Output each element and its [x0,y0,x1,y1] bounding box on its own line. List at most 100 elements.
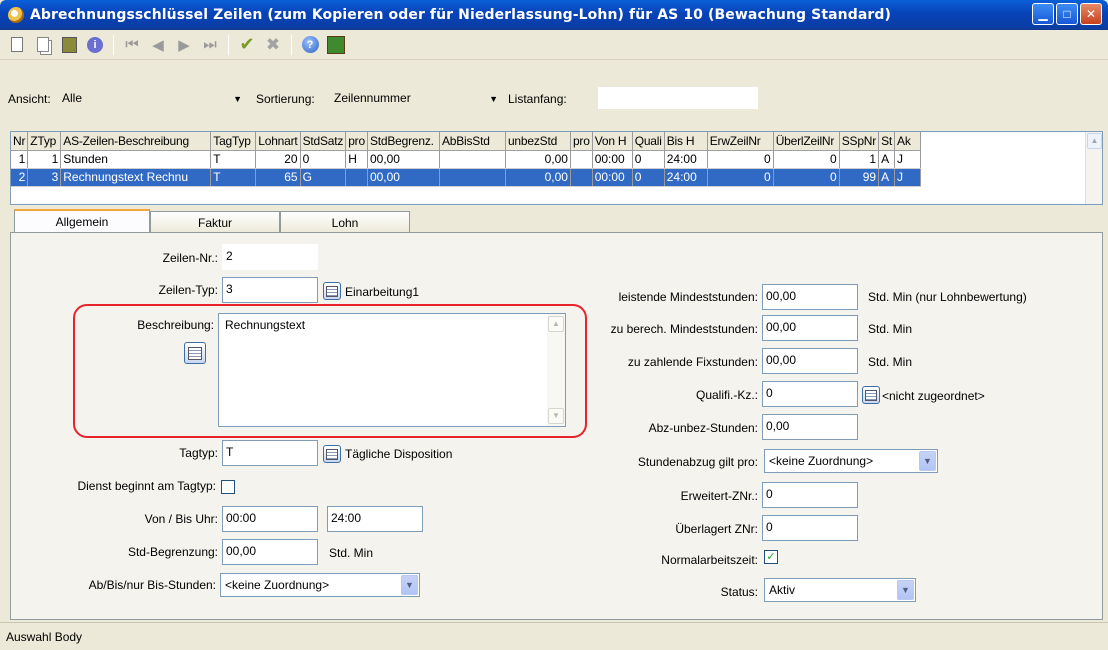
col-header[interactable]: ÜberlZeilNr [773,132,840,151]
col-header[interactable]: unbezStd [505,132,571,151]
erweitert-field[interactable]: 0 [762,482,858,508]
von-bis-label: Von / Bis Uhr: [144,512,218,526]
table-cell: 0,00 [505,168,571,187]
tab-allgemein[interactable]: Allgemein [14,209,150,233]
table-cell: 20 [255,150,301,169]
beschreibung-textarea[interactable]: Rechnungstext ▲ ▼ [218,313,566,427]
table-cell [345,168,368,187]
berech-field[interactable]: 00,00 [762,315,858,341]
lookup-icon[interactable] [862,386,880,404]
col-header[interactable]: AS-Zeilen-Beschreibung [60,132,212,151]
von-field[interactable]: 00:00 [222,506,318,532]
col-header[interactable]: ErwZeilNr [707,132,774,151]
save-check-icon[interactable]: ✔ [236,34,258,56]
table-cell: 1 [27,150,62,169]
next-record-icon[interactable]: ▶ [173,34,195,56]
table-cell: 0,00 [505,150,571,169]
col-header[interactable]: St [878,132,896,151]
table-row[interactable]: 1 1 Stunden T 20 0 H 00,00 0,00 00:00 0 … [11,150,922,169]
tab-faktur[interactable]: Faktur [150,211,280,233]
col-header[interactable]: Quali [632,132,665,151]
table-cell [439,168,506,187]
tagtyp-label: Tagtyp: [179,446,218,460]
normal-label: Normalarbeitszeit: [661,553,758,567]
berech-unit: Std. Min [868,322,913,336]
status-select[interactable]: Aktiv ▼ [764,578,916,602]
minimize-button[interactable]: ▁ [1032,3,1054,25]
scroll-up-icon[interactable]: ▲ [1087,133,1102,149]
toolbar-separator [291,34,292,55]
table-cell [570,168,593,187]
lookup-icon[interactable] [184,342,206,364]
cancel-x-icon[interactable]: ✖ [262,34,284,56]
list-start-label: Listanfang: [508,92,567,106]
copy-icon[interactable] [32,34,54,56]
ueberlagert-field[interactable]: 0 [762,515,858,541]
col-header[interactable]: AbBisStd [439,132,506,151]
lines-grid[interactable]: Nr ZTyp AS-Zeilen-Beschreibung TagTyp Lo… [10,131,1103,205]
lookup-icon[interactable] [323,445,341,463]
col-header[interactable]: Nr [11,132,29,151]
col-header[interactable]: Von H [592,132,633,151]
status-bar: Auswahl Body [0,622,1108,650]
first-record-icon[interactable]: ⏮ [121,34,143,56]
col-header[interactable]: pro [345,132,368,151]
view-select[interactable]: Alle ▼ [58,88,246,108]
tagtyp-field[interactable]: T [222,440,318,466]
table-row-selected[interactable]: 2 3 Rechnungstext Rechnu T 65 G 00,00 0,… [11,168,922,187]
calculator-icon[interactable] [58,34,80,56]
col-header[interactable]: Ak [894,132,922,151]
quali-field[interactable]: 0 [762,381,858,407]
col-header[interactable]: SSpNr [839,132,880,151]
exit-icon[interactable] [325,34,347,56]
abz-field[interactable]: 0,00 [762,414,858,440]
tab-lohn[interactable]: Lohn [280,211,410,233]
ab-bis-select-value: <keine Zuordnung> [225,578,330,592]
window-title: Abrechnungsschlüssel Zeilen (zum Kopiere… [30,7,892,23]
ab-bis-select[interactable]: <keine Zuordnung> ▼ [220,573,420,597]
col-header[interactable]: StdSatz [300,132,347,151]
leistende-field[interactable]: 00,00 [762,284,858,310]
table-cell: 00:00 [592,150,633,169]
col-header[interactable]: Lohnart [255,132,301,151]
previous-record-icon[interactable]: ◀ [147,34,169,56]
help-icon[interactable]: ? [299,34,321,56]
grid-scrollbar[interactable]: ▲ [1085,132,1102,204]
title-bar: Abrechnungsschlüssel Zeilen (zum Kopiere… [0,0,1108,30]
table-cell: 00,00 [367,150,440,169]
zeilen-nr-field[interactable]: 2 [222,244,318,270]
chevron-down-icon[interactable]: ▼ [897,580,914,600]
close-button[interactable]: ✕ [1080,3,1102,25]
table-cell: 99 [839,168,880,187]
table-cell: 1 [839,150,880,169]
new-icon[interactable] [6,34,28,56]
col-header[interactable]: ZTyp [27,132,62,151]
last-record-icon[interactable]: ⏭ [199,34,221,56]
maximize-button[interactable]: □ [1056,3,1078,25]
table-cell: 2 [11,168,29,187]
list-start-input[interactable] [598,87,758,109]
table-cell: 0 [773,168,840,187]
col-header[interactable]: TagTyp [210,132,257,151]
info-icon[interactable]: i [84,34,106,56]
zeilen-typ-field[interactable]: 3 [222,277,318,303]
table-cell: 00,00 [367,168,440,187]
dienst-checkbox[interactable] [221,480,235,494]
sort-select[interactable]: Zeilennummer ▼ [330,88,500,108]
lookup-icon[interactable] [323,282,341,300]
abzug-select[interactable]: <keine Zuordnung> ▼ [764,449,938,473]
bis-field[interactable]: 24:00 [327,506,423,532]
col-header[interactable]: StdBegrenz. [367,132,440,151]
chevron-down-icon[interactable]: ▼ [401,575,418,595]
col-header[interactable]: Bis H [664,132,708,151]
checkmark-icon: ✓ [766,551,776,563]
scroll-down-icon[interactable]: ▼ [548,408,564,424]
table-cell: T [210,150,257,169]
dienst-label: Dienst beginnt am Tagtyp: [77,479,216,493]
std-begrenzung-field[interactable]: 00,00 [222,539,318,565]
chevron-down-icon[interactable]: ▼ [919,451,936,471]
zeilen-nr-label: Zeilen-Nr.: [162,251,218,265]
fix-field[interactable]: 00,00 [762,348,858,374]
col-header[interactable]: pro [570,132,593,151]
normal-checkbox[interactable]: ✓ [764,550,778,564]
